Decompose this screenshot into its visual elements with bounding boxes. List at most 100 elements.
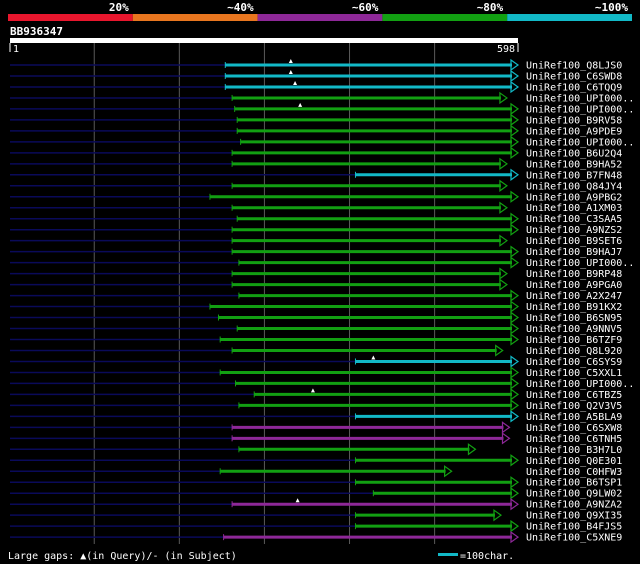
hit-arrow	[510, 399, 520, 412]
hit-label: UniRef100_B6TZF9	[526, 335, 622, 346]
query-id: BB936347	[10, 25, 63, 38]
hit-label: UniRef100_A1XM03	[526, 203, 622, 214]
hit-row: UniRef100_UPI000..	[10, 256, 634, 269]
scale-label: ~60%	[352, 1, 379, 14]
hit-row: UniRef100_Q2V3V5	[10, 399, 622, 412]
hit-row: UniRef100_B6U2Q4	[10, 146, 622, 159]
hit-label: UniRef100_Q2V3V5	[526, 401, 622, 412]
gap-marker	[288, 69, 293, 74]
hit-label: UniRef100_C0HFW3	[526, 467, 622, 478]
hit-label: UniRef100_UPI000..	[526, 137, 634, 148]
hit-arrow	[510, 135, 520, 149]
hit-arrow	[510, 124, 520, 138]
hit-row: UniRef100_Q84JY4	[10, 179, 622, 192]
gap-marker	[298, 102, 303, 107]
hit-row: UniRef100_C5XXL1	[10, 366, 622, 379]
hit-row: UniRef100_Q8L920	[10, 344, 622, 357]
hit-arrow	[510, 410, 520, 423]
hit-row: UniRef100_Q8LJS0	[10, 58, 622, 72]
hit-label: UniRef100_Q9XI35	[526, 511, 622, 522]
gap-marker	[310, 388, 315, 393]
hit-row: UniRef100_A1XM03	[10, 201, 622, 214]
hit-row: UniRef100_A9PDE9	[10, 124, 622, 138]
hit-row: UniRef100_B9HAJ7	[10, 245, 622, 258]
hit-row: UniRef100_C3SAA5	[10, 212, 622, 225]
scale-legend-swatch	[438, 553, 458, 556]
scale-label: ~100%	[595, 1, 628, 14]
hit-label: UniRef100_B9RV58	[526, 115, 622, 126]
hit-arrow	[510, 223, 520, 236]
hit-arrow	[510, 300, 520, 313]
hit-arrow	[499, 157, 508, 170]
gap-marker	[293, 80, 298, 85]
hit-label: UniRef100_B4FJS5	[526, 522, 622, 533]
hit-label: UniRef100_B6TSP1	[526, 478, 622, 489]
hit-row: UniRef100_B6SN95	[10, 311, 622, 324]
hit-row: UniRef100_A9NNV5	[10, 322, 622, 335]
query-start-label: 1	[13, 44, 19, 55]
hit-row: UniRef100_C6SWD8	[10, 69, 622, 82]
gaps-legend: Large gaps: ▲(in Query)/- (in Subject)	[8, 551, 237, 562]
hit-arrow	[510, 487, 520, 500]
scale-segment	[8, 14, 133, 21]
hit-label: UniRef100_A9NZS2	[526, 225, 622, 236]
hit-label: UniRef100_A9NZA2	[526, 500, 622, 511]
hit-label: UniRef100_Q8LJS0	[526, 61, 622, 72]
hit-arrow	[510, 245, 520, 258]
scale-segment	[257, 14, 383, 21]
hit-row: UniRef100_C0HFW3	[10, 465, 622, 478]
hit-arrow	[510, 498, 520, 511]
hit-row: UniRef100_A2X247	[10, 289, 622, 302]
hit-label: UniRef100_B91KX2	[526, 302, 622, 313]
scale-label: 20%	[109, 1, 129, 14]
hit-label: UniRef100_Q8L920	[526, 346, 622, 357]
hits: UniRef100_Q8LJS0UniRef100_C6SWD8UniRef10…	[10, 58, 634, 544]
query-end-label: 598	[497, 44, 515, 55]
hit-arrow	[510, 355, 520, 368]
hit-label: UniRef100_C6SXW8	[526, 423, 622, 434]
hit-row: UniRef100_B91KX2	[10, 300, 622, 313]
scale-label: ~80%	[477, 1, 504, 14]
hit-arrow	[510, 333, 520, 346]
gap-marker	[295, 498, 300, 503]
hit-arrow	[510, 190, 520, 203]
hit-label: UniRef100_UPI000..	[526, 104, 634, 115]
hit-row: UniRef100_Q0E301	[10, 454, 622, 467]
hit-arrow	[510, 113, 520, 127]
hit-label: UniRef100_C6SWD8	[526, 71, 622, 82]
hit-label: UniRef100_B7FN48	[526, 170, 622, 181]
hit-arrow	[510, 168, 520, 181]
hit-label: UniRef100_Q9LW02	[526, 489, 622, 500]
hit-row: UniRef100_UPI000..	[10, 91, 634, 104]
scale-segment	[132, 14, 258, 21]
hit-arrow	[510, 454, 520, 467]
scale-segment	[382, 14, 508, 21]
hit-arrow	[501, 432, 511, 445]
hit-arrow	[510, 311, 520, 324]
hit-arrow	[499, 201, 508, 214]
hit-row: UniRef100_B7FN48	[10, 168, 622, 181]
hit-row: UniRef100_A9NZS2	[10, 223, 622, 236]
gap-marker	[371, 355, 376, 360]
hit-label: UniRef100_C3SAA5	[526, 214, 622, 225]
hit-arrow	[510, 377, 520, 390]
hit-row: UniRef100_UPI000..	[10, 377, 634, 390]
hit-row: UniRef100_A9PGA0	[10, 278, 622, 291]
hit-row: UniRef100_A9PBG2	[10, 190, 622, 203]
gap-marker	[288, 59, 293, 63]
hit-row: UniRef100_B9SET6	[10, 234, 622, 247]
hit-arrow	[510, 212, 520, 225]
hit-row: UniRef100_Q9LW02	[10, 487, 622, 500]
gridlines	[93, 43, 436, 544]
hit-label: UniRef100_B9HA52	[526, 159, 622, 170]
hit-row: UniRef100_UPI000..	[10, 102, 634, 115]
hit-label: UniRef100_Q84JY4	[526, 181, 622, 192]
hit-arrow	[495, 344, 504, 357]
hit-row: UniRef100_B3H7L0	[10, 443, 622, 456]
hit-arrow	[510, 476, 520, 489]
hit-row: UniRef100_C6TQQ9	[10, 80, 622, 93]
hit-label: UniRef100_A9PGA0	[526, 280, 622, 291]
hit-label: UniRef100_C6SYS9	[526, 357, 622, 368]
hit-label: UniRef100_UPI000..	[526, 93, 634, 104]
hit-arrow	[510, 366, 520, 379]
